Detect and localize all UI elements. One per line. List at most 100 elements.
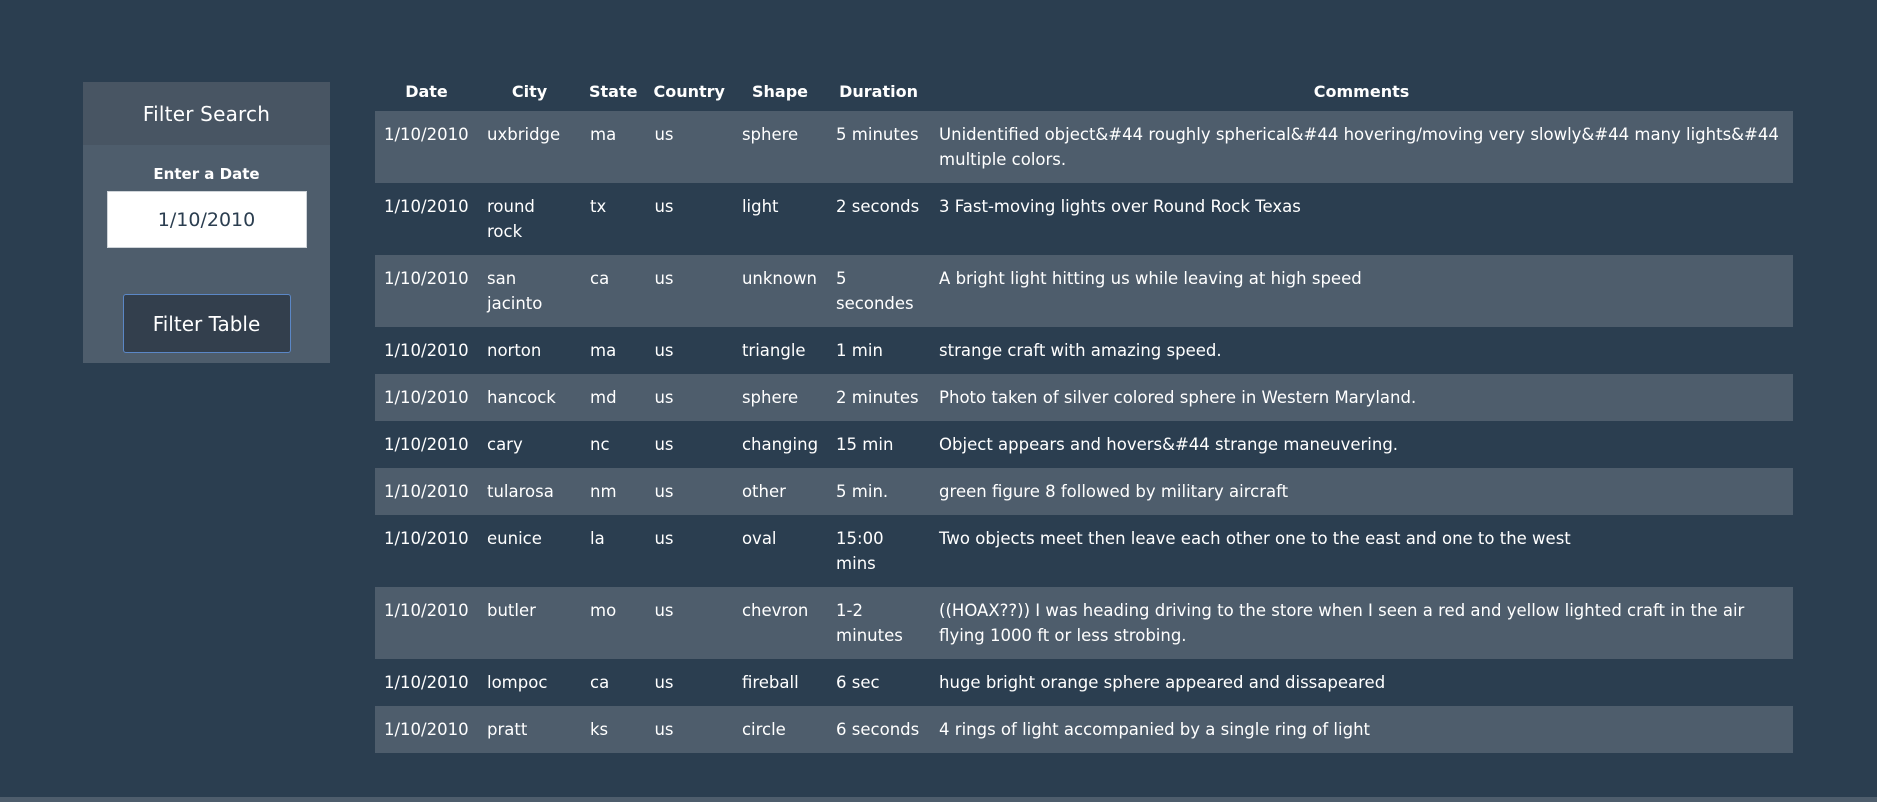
cell-shape: other (741, 482, 786, 501)
table-row: 1/10/2010 hancock md us sphere 2 minutes Photo… (375, 374, 1793, 421)
cell-shape: chevron (741, 601, 809, 620)
cell-country: us (654, 529, 674, 548)
filter-table-button[interactable]: Filter Table (122, 294, 291, 353)
cell-comments: green figure 8 followed by military airc… (939, 482, 1289, 501)
cell-duration: 15 min (836, 435, 894, 454)
cell-date: 1/10/2010 (384, 601, 469, 620)
cell-country: us (654, 269, 674, 288)
header-country: Country (653, 81, 725, 101)
cell-duration: 6 sec (836, 673, 880, 692)
cell-city: norton (487, 341, 542, 360)
table-row: 1/10/2010 lompoc ca us fireball 6 sec huge bri… (375, 659, 1793, 706)
cell-date: 1/10/2010 (384, 482, 469, 501)
cell-country: us (654, 673, 674, 692)
cell-shape: triangle (741, 341, 806, 360)
cell-country: us (654, 482, 674, 501)
cell-country: us (654, 125, 674, 144)
cell-comments: 4 rings of light accompanied by a single… (939, 720, 1371, 739)
cell-date: 1/10/2010 (384, 720, 469, 739)
cell-comments: huge bright orange sphere appeared and d… (939, 673, 1386, 692)
cell-date: 1/10/2010 (384, 125, 469, 144)
table-row: 1/10/2010 eunice la us oval 15:00 mins Two obj… (375, 515, 1793, 587)
cell-comments: Two objects meet then leave each other o… (939, 529, 1571, 548)
cell-state: ca (590, 673, 610, 692)
table-row: 1/10/2010 san jacinto ca us unknown 5 seconde… (375, 255, 1793, 327)
cell-city: eunice (487, 529, 542, 548)
cell-state: nm (590, 482, 617, 501)
date-label: Enter a Date (153, 165, 260, 183)
cell-comments: Unidentified object&#44 roughly spherica… (939, 125, 1779, 169)
cell-country: us (654, 720, 674, 739)
table-body: 1/10/2010 uxbridge ma us sphere 5 minutes Unid… (375, 111, 1793, 753)
cell-city: uxbridge (487, 125, 561, 144)
bottom-bar (0, 797, 1877, 802)
cell-shape: changing (741, 435, 819, 454)
header-shape: Shape (751, 81, 808, 101)
cell-date: 1/10/2010 (384, 673, 469, 692)
cell-date: 1/10/2010 (384, 197, 469, 216)
cell-city: pratt (487, 720, 528, 739)
cell-country: us (654, 601, 674, 620)
cell-country: us (654, 341, 674, 360)
cell-date: 1/10/2010 (384, 269, 469, 288)
cell-comments: strange craft with amazing speed. (939, 341, 1222, 360)
cell-comments: 3 Fast-moving lights over Round Rock Tex… (939, 197, 1301, 216)
cell-country: us (654, 197, 674, 216)
cell-duration: 2 minutes (836, 388, 919, 407)
cell-state: tx (590, 197, 607, 216)
cell-shape: fireball (741, 673, 799, 692)
ufo-table-container: Date City State Country Shape Duration C… (375, 71, 1793, 753)
table-row: 1/10/2010 tularosa nm us other 5 min. green fi… (375, 468, 1793, 515)
cell-shape: sphere (741, 388, 799, 407)
header-row: Date City State Country Shape Duration C… (375, 71, 1793, 111)
cell-duration: 5 secondes (836, 269, 914, 313)
cell-state: md (590, 388, 617, 407)
cell-duration: 1 min (836, 341, 883, 360)
cell-shape: light (741, 197, 779, 216)
cell-duration: 5 minutes (836, 125, 919, 144)
cell-shape: sphere (741, 125, 799, 144)
cell-state: ma (590, 341, 617, 360)
cell-city: butler (487, 601, 536, 620)
cell-state: mo (590, 601, 617, 620)
cell-comments: A bright light hitting us while leaving … (939, 269, 1362, 288)
cell-date: 1/10/2010 (384, 529, 469, 548)
cell-date: 1/10/2010 (384, 388, 469, 407)
cell-comments: ((HOAX??)) I was heading driving to the … (939, 601, 1745, 645)
header-state: State (589, 81, 638, 101)
cell-state: ma (590, 125, 617, 144)
filter-body: Enter a Date Filter Table (83, 145, 330, 353)
table-row: 1/10/2010 pratt ks us circle 6 seconds 4 rings… (375, 706, 1793, 753)
ufo-table: Date City State Country Shape Duration C… (375, 71, 1793, 753)
cell-duration: 15:00 mins (836, 529, 884, 573)
cell-duration: 1-2 minutes (836, 601, 903, 645)
table-row: 1/10/2010 cary nc us changing 15 min Object ap… (375, 421, 1793, 468)
cell-state: nc (590, 435, 610, 454)
cell-city: san jacinto (487, 269, 543, 313)
cell-date: 1/10/2010 (384, 341, 469, 360)
header-date: Date (405, 81, 448, 101)
filter-heading: Filter Search (83, 82, 330, 145)
table-header: Date City State Country Shape Duration C… (375, 71, 1793, 111)
cell-shape: unknown (741, 269, 817, 288)
cell-duration: 2 seconds (836, 197, 920, 216)
cell-date: 1/10/2010 (384, 435, 469, 454)
cell-comments: Photo taken of silver colored sphere in … (939, 388, 1417, 407)
cell-state: la (590, 529, 605, 548)
date-input[interactable] (106, 191, 307, 248)
cell-shape: circle (741, 720, 786, 739)
cell-state: ks (590, 720, 609, 739)
table-row: 1/10/2010 butler mo us chevron 1-2 minutes ((H… (375, 587, 1793, 659)
cell-country: us (654, 388, 674, 407)
header-duration: Duration (839, 81, 918, 101)
cell-city: tularosa (487, 482, 554, 501)
cell-city: lompoc (487, 673, 548, 692)
cell-duration: 5 min. (836, 482, 889, 501)
cell-comments: Object appears and hovers&#44 strange ma… (939, 435, 1399, 454)
cell-shape: oval (741, 529, 777, 548)
table-row: 1/10/2010 uxbridge ma us sphere 5 minutes Unid… (375, 111, 1793, 183)
header-city: City (511, 81, 548, 101)
cell-city: round rock (487, 197, 535, 241)
table-row: 1/10/2010 norton ma us triangle 1 min strange … (375, 327, 1793, 374)
filter-panel: Filter Search Enter a Date Filter Table (83, 82, 330, 363)
